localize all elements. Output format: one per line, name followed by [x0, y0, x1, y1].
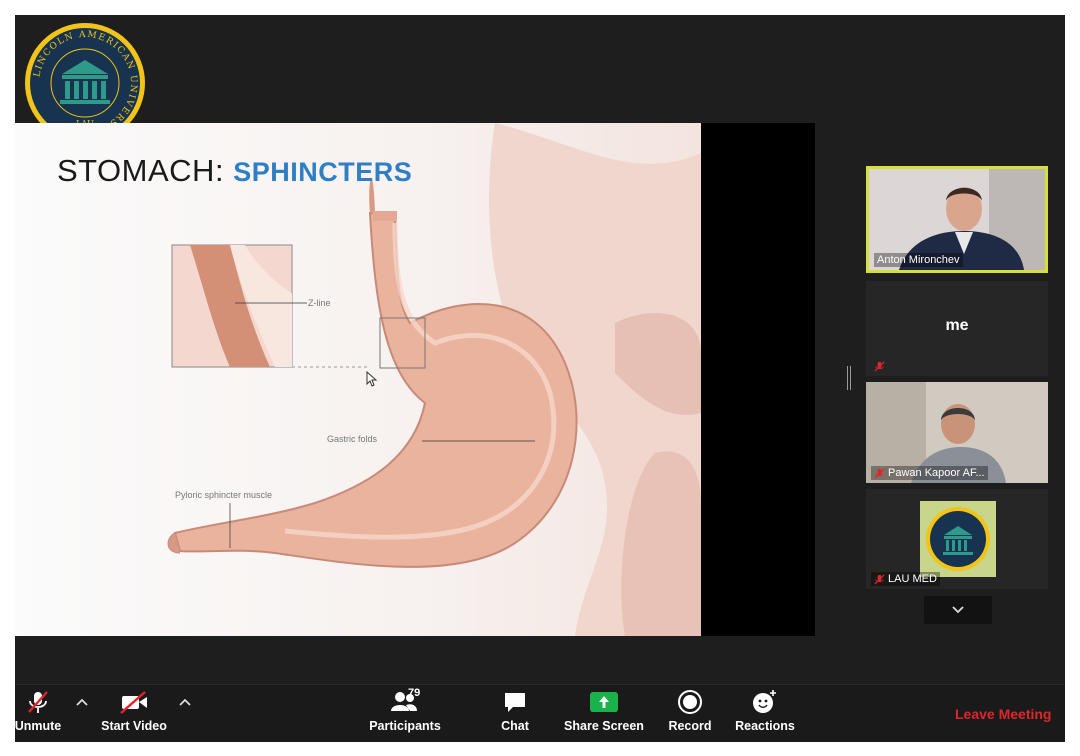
video-tile-participant[interactable]: LAU MED	[866, 489, 1048, 589]
video-tile-active-speaker[interactable]: Anton Mironchev	[866, 166, 1048, 273]
tile-self-label: me	[945, 317, 969, 334]
record-button[interactable]: Record	[666, 689, 714, 733]
video-tile-participant[interactable]: Pawan Kapoor AF...	[866, 382, 1048, 483]
chat-bubble-icon	[505, 693, 525, 712]
panel-splitter[interactable]	[847, 366, 851, 390]
mic-muted-icon	[874, 467, 885, 479]
slide-title: STOMACH: SPHINCTERS	[57, 153, 413, 188]
start-video-button[interactable]: Start Video	[99, 689, 169, 733]
stomach-illustration	[167, 123, 701, 636]
camera-off-icon	[120, 691, 147, 714]
chat-button[interactable]: Chat	[493, 689, 537, 733]
reactions-button[interactable]: Reactions	[734, 689, 796, 733]
slide-title-accent: SPHINCTERS	[233, 157, 413, 187]
share-arrow-icon	[590, 692, 618, 712]
emoji-plus-icon	[753, 690, 776, 713]
video-tile-me[interactable]: me	[866, 281, 1048, 376]
label-gastric-folds: Gastric folds	[327, 434, 378, 444]
share-screen-button[interactable]: Share Screen	[563, 689, 645, 733]
unmute-button[interactable]: Unmute	[13, 689, 63, 733]
mic-muted-icon	[874, 361, 885, 372]
leave-meeting-button[interactable]: Leave Meeting	[955, 706, 1051, 722]
participants-button[interactable]: 79 Participants	[367, 687, 443, 733]
mic-muted-icon	[28, 691, 48, 713]
tile-name: Pawan Kapoor AF...	[871, 466, 988, 480]
audio-options-caret-icon[interactable]	[75, 697, 89, 707]
shared-slide: STOMACH: SPHINCTERS Z-line Gastric folds…	[15, 123, 701, 636]
record-icon	[678, 690, 702, 714]
tile-name: Anton Mironchev	[874, 253, 963, 267]
tile-name: LAU MED	[871, 572, 940, 586]
mic-muted-icon	[874, 573, 885, 585]
label-pyloric: Pyloric sphincter muscle	[175, 490, 273, 500]
meeting-toolbar: Unmute Start Video 79 Participants Chat …	[15, 684, 1065, 742]
participants-count: 79	[408, 687, 421, 699]
video-options-caret-icon[interactable]	[178, 697, 192, 707]
tile-mute-indicator	[871, 360, 888, 373]
mouse-cursor-icon	[366, 371, 378, 387]
slide-letterbox	[701, 123, 815, 636]
gallery-scroll-down-button[interactable]	[924, 596, 992, 624]
label-z-line: Z-line	[308, 298, 331, 308]
chevron-down-icon	[952, 606, 964, 614]
